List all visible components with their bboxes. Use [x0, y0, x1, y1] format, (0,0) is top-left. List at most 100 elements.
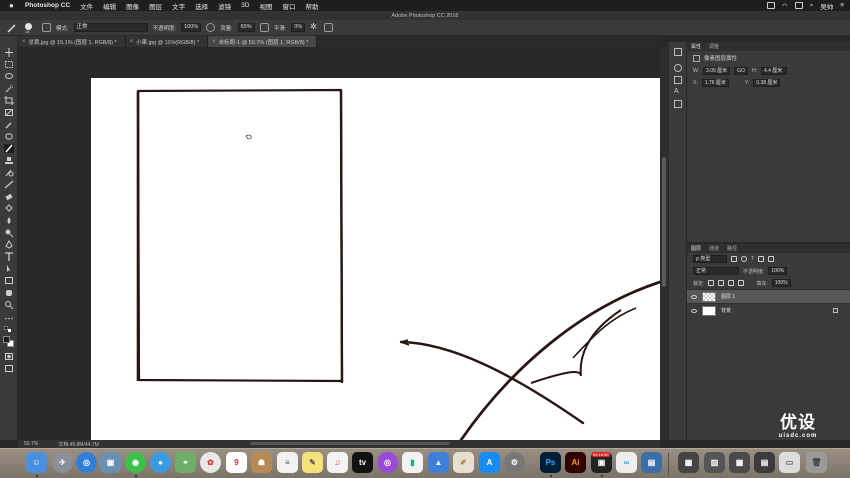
lasso-tool-icon[interactable]	[4, 72, 14, 81]
zoom-level[interactable]: 50.7%	[24, 441, 38, 447]
pen-tool-icon[interactable]	[4, 240, 14, 249]
filter-shape-icon[interactable]	[758, 256, 765, 262]
magic-wand-tool-icon[interactable]	[4, 84, 14, 93]
lock-position-icon[interactable]	[728, 280, 735, 286]
type-panel-icon[interactable]: A	[674, 88, 682, 96]
wifi-icon[interactable]: ◠	[782, 2, 788, 10]
pages-icon[interactable]: ✐	[453, 452, 474, 473]
document-size[interactable]: 文档:49.8M/44.7M	[58, 441, 99, 448]
music-icon[interactable]: ♫	[327, 452, 348, 473]
finder-icon[interactable]: ☺	[26, 452, 47, 473]
lock-all-icon[interactable]	[738, 280, 745, 286]
type-tool-icon[interactable]	[4, 252, 14, 261]
safari-icon[interactable]: ◎	[76, 452, 97, 473]
tab-paths[interactable]: 路径	[727, 245, 737, 252]
width-input[interactable]: 3.09 厘米	[703, 67, 731, 75]
menu-app-name[interactable]: Photoshop CC	[25, 2, 70, 9]
opacity-input[interactable]: 100%	[181, 23, 202, 32]
filter-pixel-icon[interactable]	[731, 256, 737, 262]
properties-panel-icon[interactable]	[674, 48, 682, 56]
downloads-stack-icon[interactable]: ▥	[704, 452, 725, 473]
visibility-eye-icon[interactable]	[691, 308, 697, 313]
brush-settings-icon[interactable]	[42, 23, 51, 32]
user-name[interactable]: 吴帅	[820, 1, 833, 11]
eyedropper-tool-icon[interactable]	[4, 120, 14, 129]
menu-edit[interactable]: 编辑	[103, 1, 116, 11]
healing-brush-tool-icon[interactable]	[4, 132, 14, 141]
dodge-tool-icon[interactable]	[4, 228, 14, 238]
more-tools-icon[interactable]	[4, 314, 14, 323]
default-colors-icon[interactable]	[4, 326, 14, 335]
foreground-color-swatch[interactable]	[3, 336, 10, 343]
image-viewer-icon[interactable]: ▤	[641, 452, 662, 473]
menu-type[interactable]: 文字	[172, 1, 185, 11]
preview-icon[interactable]: ▣	[100, 452, 121, 473]
color-panel-icon[interactable]	[674, 64, 682, 72]
menu-select[interactable]: 选择	[195, 1, 208, 11]
path-selection-tool-icon[interactable]	[4, 264, 14, 273]
brush-preset-picker[interactable]: 16	[23, 22, 37, 34]
vertical-scrollbar[interactable]	[660, 47, 668, 440]
menu-help[interactable]: 帮助	[305, 1, 318, 11]
color-swatches[interactable]	[3, 336, 15, 348]
paragraph-panel-icon[interactable]	[674, 100, 682, 108]
layer-opacity-input[interactable]: 100%	[768, 267, 788, 275]
stack-folder-icon[interactable]: ▦	[678, 452, 699, 473]
menu-filter[interactable]: 滤镜	[218, 1, 231, 11]
reminders-icon[interactable]: ≡	[277, 452, 298, 473]
move-tool-icon[interactable]	[4, 48, 14, 57]
lock-pixels-icon[interactable]	[718, 280, 725, 286]
menu-image[interactable]: 图像	[126, 1, 139, 11]
x-input[interactable]: 1.76 厘米	[701, 79, 729, 87]
clone-stamp-tool-icon[interactable]	[4, 156, 14, 165]
quick-mask-icon[interactable]	[4, 352, 14, 361]
battery-icon[interactable]	[794, 2, 803, 9]
file-stack-icon[interactable]: ▭	[779, 452, 800, 473]
history-brush-tool-icon[interactable]	[4, 168, 14, 177]
documents-stack-icon[interactable]: ▦	[729, 452, 750, 473]
brush-alt-tool-icon[interactable]	[4, 180, 14, 189]
podcasts-icon[interactable]: ◎	[377, 452, 398, 473]
layer-name[interactable]: 背景	[721, 307, 731, 314]
fill-input[interactable]: 100%	[771, 279, 791, 287]
pressure-size-icon[interactable]	[324, 23, 334, 32]
tab-document-2[interactable]: × 小果.jpg @ 11%(RGB/8) *	[125, 36, 209, 47]
messages-icon[interactable]: ◉	[125, 452, 146, 473]
shape-tool-icon[interactable]	[4, 276, 14, 285]
notes-icon[interactable]: ✎	[302, 452, 323, 473]
numbers-icon[interactable]: ▮	[402, 452, 423, 473]
launchpad-icon[interactable]: ✈	[52, 452, 73, 473]
tab-channels[interactable]: 通道	[709, 245, 719, 252]
marquee-tool-icon[interactable]	[4, 60, 14, 69]
lock-transparency-icon[interactable]	[708, 280, 715, 286]
close-icon[interactable]: ×	[22, 39, 26, 45]
app-store-icon[interactable]: A	[479, 452, 500, 473]
list-icon[interactable]: ≡	[840, 2, 844, 9]
scroll-thumb[interactable]	[662, 157, 666, 287]
close-icon[interactable]: ×	[212, 39, 216, 45]
maps-icon[interactable]: ⌖	[175, 452, 196, 473]
mode-select[interactable]: 正常	[73, 23, 148, 32]
screenshot-stack-icon[interactable]: ▤	[754, 452, 775, 473]
swatches-panel-icon[interactable]	[674, 76, 682, 84]
close-icon[interactable]: ×	[130, 39, 134, 45]
visibility-eye-icon[interactable]	[691, 294, 697, 299]
filter-smart-icon[interactable]	[768, 256, 775, 262]
lock-icon[interactable]	[833, 308, 838, 313]
blur-tool-icon[interactable]	[4, 216, 14, 225]
layer-kind-filter[interactable]: ρ 类型	[693, 255, 727, 263]
flow-input[interactable]: 65%	[237, 23, 255, 32]
pressure-opacity-icon[interactable]	[206, 23, 216, 32]
apple-tv-icon[interactable]: tv	[352, 452, 373, 473]
y-input[interactable]: 0.38 厘米	[753, 79, 781, 87]
frame-tool-icon[interactable]	[4, 108, 14, 117]
trash-icon[interactable]: 🗑	[806, 452, 827, 473]
horizontal-scrollbar[interactable]	[250, 442, 450, 445]
illustrator-icon[interactable]: Ai	[565, 452, 586, 473]
menu-window[interactable]: 窗口	[282, 1, 295, 11]
eraser-tool-icon[interactable]	[4, 192, 14, 201]
search-icon[interactable]: ⌕	[810, 2, 814, 10]
layer-row[interactable]: 背景	[687, 303, 850, 317]
menu-view[interactable]: 视图	[259, 1, 272, 11]
hand-tool-icon[interactable]	[4, 288, 14, 297]
